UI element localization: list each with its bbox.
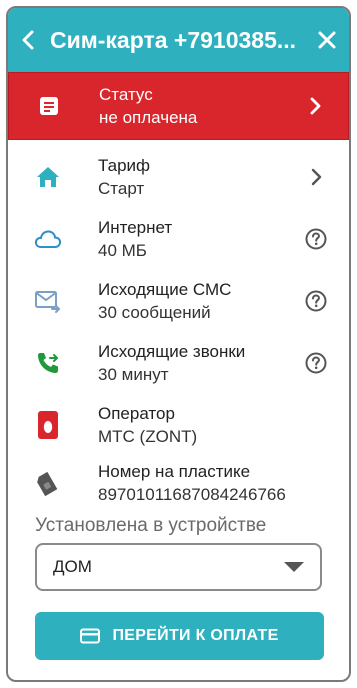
back-button[interactable] xyxy=(10,8,46,72)
cloud-icon xyxy=(30,221,66,257)
sms-row: Исходящие СМС 30 сообщений xyxy=(8,272,349,330)
mts-logo-icon xyxy=(30,407,66,443)
device-label: Установлена в устройстве xyxy=(35,515,267,536)
tariff-value: Старт xyxy=(98,179,145,198)
go-to-payment-label: ПЕРЕЙТИ К ОПЛАТЕ xyxy=(112,627,279,644)
chevron-left-icon xyxy=(22,30,34,50)
help-icon[interactable] xyxy=(303,350,329,376)
mail-outgoing-icon xyxy=(30,283,66,319)
credit-card-icon xyxy=(80,628,101,644)
tariff-row[interactable]: Тариф Старт xyxy=(8,148,349,206)
status-title: Статус xyxy=(99,85,153,104)
operator-text: Оператор МТС (ZONT) xyxy=(98,402,197,448)
sms-text: Исходящие СМС 30 сообщений xyxy=(98,278,231,324)
tariff-title: Тариф xyxy=(98,156,151,175)
calls-value: 30 минут xyxy=(98,365,169,384)
close-button[interactable] xyxy=(305,8,349,72)
sim-card-icon xyxy=(30,465,66,501)
calls-text: Исходящие звонки 30 минут xyxy=(98,340,245,386)
home-icon xyxy=(30,159,66,195)
chevron-right-icon xyxy=(303,164,329,190)
internet-title: Интернет xyxy=(98,218,173,237)
plastic-number-text: Номер на пластике 89701011687084246766 xyxy=(98,460,286,506)
operator-value: МТС (ZONT) xyxy=(98,427,198,446)
help-icon[interactable] xyxy=(303,288,329,314)
internet-row: Интернет 40 МБ xyxy=(8,210,349,268)
calls-title: Исходящие звонки xyxy=(98,342,246,361)
sms-title: Исходящие СМС xyxy=(98,280,232,299)
status-text: Статус не оплачена xyxy=(99,83,197,129)
calls-row: Исходящие звонки 30 минут xyxy=(8,334,349,392)
status-row[interactable]: Статус не оплачена xyxy=(8,72,349,140)
internet-text: Интернет 40 МБ xyxy=(98,216,172,262)
plastic-number-title: Номер на пластике xyxy=(98,462,251,481)
help-icon[interactable] xyxy=(303,226,329,252)
internet-value: 40 МБ xyxy=(98,241,147,260)
operator-title: Оператор xyxy=(98,404,175,423)
go-to-payment-button[interactable]: ПЕРЕЙТИ К ОПЛАТЕ xyxy=(35,612,324,660)
dropdown-arrow-icon xyxy=(284,562,304,572)
page-title: Сим-карта +7910385... xyxy=(50,26,297,53)
device-select-value: ДОМ xyxy=(53,557,92,576)
status-value: не оплачена xyxy=(99,108,198,127)
header: Сим-карта +7910385... xyxy=(8,8,349,72)
phone-outgoing-icon xyxy=(30,345,66,381)
chevron-right-icon xyxy=(302,93,328,119)
sim-card-panel: Сим-карта +7910385... Статус не оплачена… xyxy=(6,6,351,682)
plastic-number-value: 89701011687084246766 xyxy=(98,485,286,504)
close-icon xyxy=(318,31,336,49)
device-select[interactable]: ДОМ xyxy=(35,543,322,591)
plastic-number-row: Номер на пластике 89701011687084246766 xyxy=(8,454,349,512)
document-icon xyxy=(31,88,67,124)
sms-value: 30 сообщений xyxy=(98,303,211,322)
tariff-text: Тариф Старт xyxy=(98,154,150,200)
operator-row: Оператор МТС (ZONT) xyxy=(8,396,349,454)
